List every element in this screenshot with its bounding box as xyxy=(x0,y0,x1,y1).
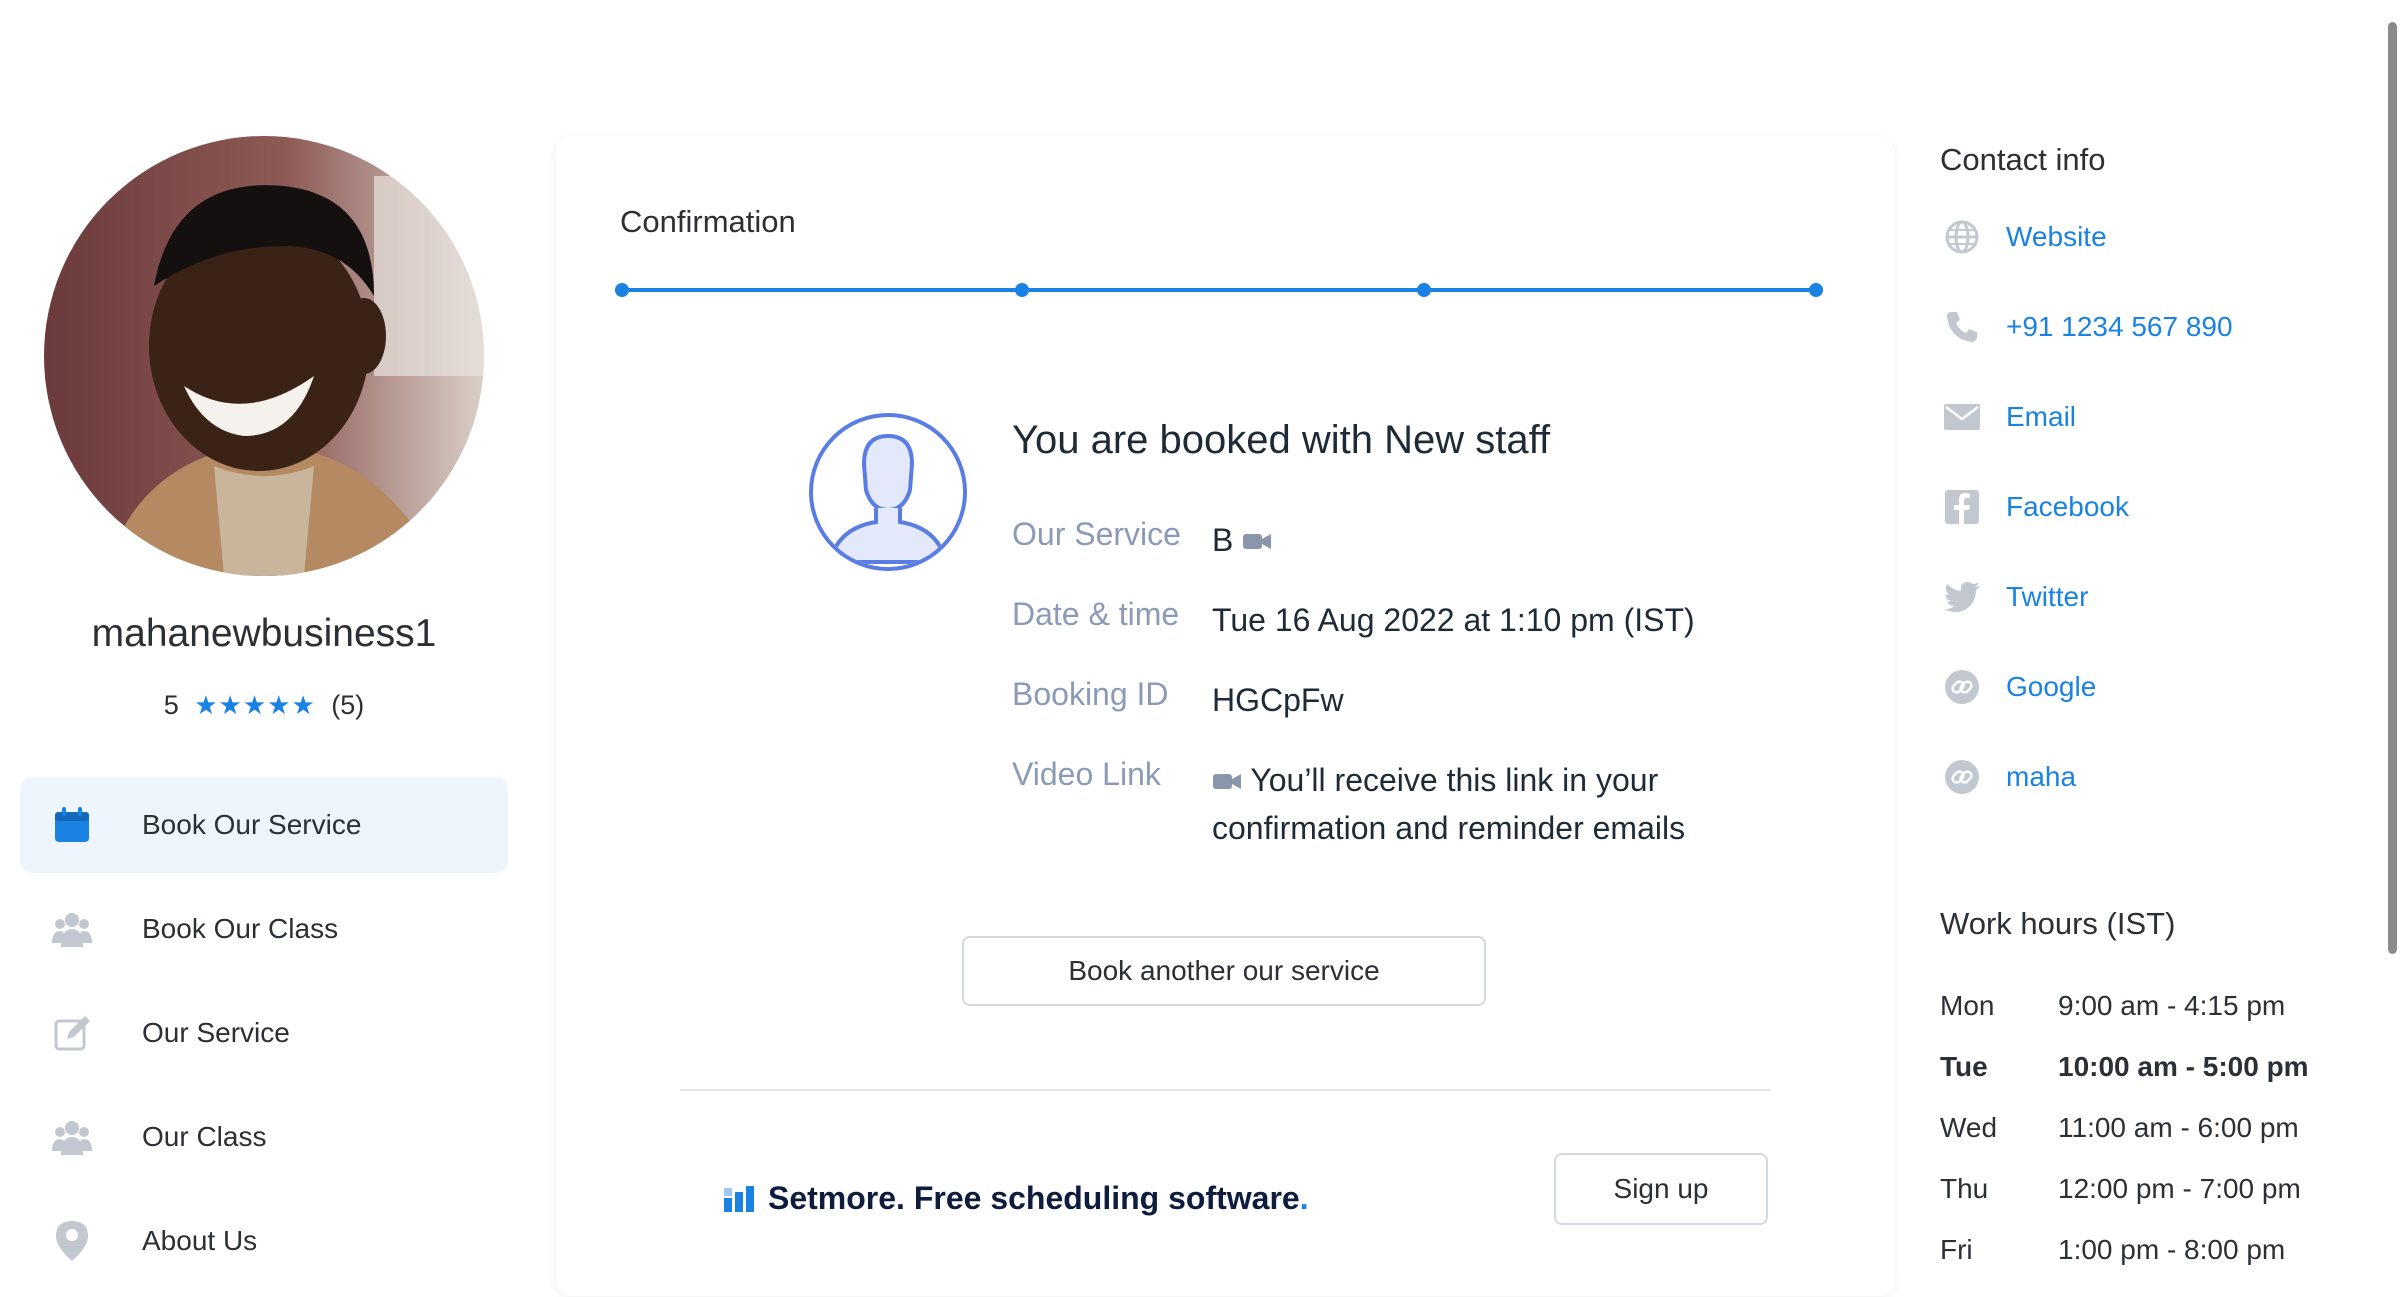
hours-day: Thu xyxy=(1940,1173,1989,1204)
hours-time: 12:00 pm - 7:00 pm xyxy=(2058,1173,2301,1204)
nav-item-label: Book Our Service xyxy=(142,809,362,840)
book-another-button[interactable]: Book another our service xyxy=(962,936,1486,1006)
nav-item-book-our-service[interactable]: Book Our Service xyxy=(20,777,508,873)
divider xyxy=(680,1089,1770,1091)
staff-avatar-icon xyxy=(808,412,968,572)
location-pin-icon xyxy=(52,1221,92,1261)
detail-key: Video Link xyxy=(1012,756,1161,792)
nav-item-label: Our Class xyxy=(142,1121,267,1152)
hours-day: Mon xyxy=(1940,990,1995,1021)
detail-key: Booking ID xyxy=(1012,676,1169,712)
sign-up-button[interactable]: Sign up xyxy=(1554,1153,1768,1225)
group-icon xyxy=(52,909,92,949)
left-sidebar: mahanewbusiness1 5 ★★★★★ (5) Book Our Se… xyxy=(0,0,520,1278)
contact-label: +91 1234 567 890 xyxy=(2006,311,2233,342)
detail-value: B xyxy=(1212,516,1732,564)
contact-label: maha xyxy=(2006,761,2077,792)
service-value: B xyxy=(1212,522,1234,558)
setmore-dot: . xyxy=(1299,1179,1309,1216)
detail-value: You’ll receive this link in your confirm… xyxy=(1212,756,1732,852)
contact-maha-link[interactable]: maha xyxy=(1940,752,2076,802)
hours-day: Fri xyxy=(1940,1234,1973,1265)
detail-value: Tue 16 Aug 2022 at 1:10 pm (IST) xyxy=(1212,602,1695,638)
hours-time: 11:00 am - 6:00 pm xyxy=(2058,1112,2299,1143)
contact-website-link[interactable]: Website xyxy=(1940,212,2107,262)
progress-bar xyxy=(615,283,1823,297)
nav-item-label: Our Service xyxy=(142,1017,290,1048)
contact-label: Twitter xyxy=(2006,581,2089,612)
detail-value: HGCpFw xyxy=(1212,682,1344,718)
setmore-brand-text: Setmore. Free scheduling software xyxy=(768,1179,1300,1216)
nav-item-our-class[interactable]: Our Class xyxy=(20,1089,508,1185)
contact-facebook-link[interactable]: Facebook xyxy=(1940,482,2129,532)
nav-item-label: Book Our Class xyxy=(142,913,339,944)
confirmation-card: Confirmation You are booked with New sta… xyxy=(556,136,1894,1296)
contact-label: Google xyxy=(2006,671,2097,702)
contact-email-link[interactable]: Email xyxy=(1940,392,2076,442)
hours-time: 1:00 pm - 8:00 pm xyxy=(2058,1234,2286,1265)
progress-step-2 xyxy=(1015,283,1029,297)
hours-day: Tue xyxy=(1940,1051,1988,1082)
contact-google-link[interactable]: Google xyxy=(1940,662,2096,712)
nav-item-our-service[interactable]: Our Service xyxy=(20,985,508,1081)
sidebar-nav: Book Our Service Book Our Class Our Serv… xyxy=(20,777,508,1297)
globe-icon xyxy=(1940,215,1984,259)
progress-step-4 xyxy=(1809,283,1823,297)
contact-label: Website xyxy=(2006,221,2107,252)
contact-label: Email xyxy=(2006,401,2077,432)
confirmation-title: Confirmation xyxy=(620,204,796,239)
contact-info-title: Contact info xyxy=(1940,142,2106,177)
hours-time: 10:00 am - 5:00 pm xyxy=(2058,1051,2309,1082)
edit-icon xyxy=(52,1013,92,1053)
nav-item-label: About Us xyxy=(142,1225,258,1256)
link-icon xyxy=(1940,755,1984,799)
work-hours-title: Work hours (IST) xyxy=(1940,906,2176,941)
contact-twitter-link[interactable]: Twitter xyxy=(1940,572,2088,622)
calendar-icon xyxy=(52,805,92,845)
phone-icon xyxy=(1940,305,1984,349)
business-name: mahanewbusiness1 xyxy=(91,612,437,655)
rating-count: (5) xyxy=(331,690,365,720)
hours-time: 9:00 am - 4:15 pm xyxy=(2058,990,2286,1021)
business-avatar xyxy=(44,136,484,576)
rating-value: 5 xyxy=(163,690,179,720)
setmore-promo[interactable]: Setmore. Free scheduling software. xyxy=(724,1172,1309,1224)
detail-key: Our Service xyxy=(1012,516,1181,552)
nav-item-about-us[interactable]: About Us xyxy=(20,1193,508,1289)
detail-key: Date & time xyxy=(1012,596,1180,632)
facebook-icon xyxy=(1940,485,1984,529)
page-scrollbar[interactable] xyxy=(2388,22,2397,954)
contact-phone-link[interactable]: +91 1234 567 890 xyxy=(1940,302,2233,352)
nav-item-book-our-class[interactable]: Book Our Class xyxy=(20,881,508,977)
envelope-icon xyxy=(1940,395,1984,439)
video-camera-icon xyxy=(1242,522,1272,558)
rating: 5 ★★★★★ (5) xyxy=(0,690,528,721)
setmore-logo-icon xyxy=(724,1184,756,1212)
hours-day: Wed xyxy=(1940,1112,1998,1143)
twitter-icon xyxy=(1940,575,1984,619)
progress-step-1 xyxy=(615,283,629,297)
link-icon xyxy=(1940,665,1984,709)
contact-label: Facebook xyxy=(2006,491,2129,522)
video-camera-icon xyxy=(1212,762,1242,798)
rating-stars-icon: ★★★★★ xyxy=(194,690,316,720)
group-icon xyxy=(52,1117,92,1157)
booked-heading: You are booked with New staff xyxy=(1012,418,1551,462)
progress-step-3 xyxy=(1417,283,1431,297)
video-link-text: You’ll receive this link in your confirm… xyxy=(1212,762,1686,846)
